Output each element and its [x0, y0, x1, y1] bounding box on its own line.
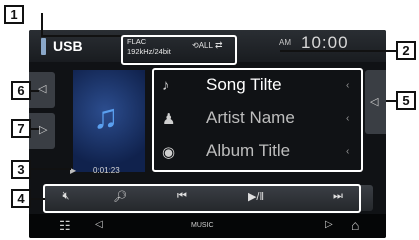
album-art: ♫	[73, 70, 145, 172]
callout-line	[386, 100, 396, 102]
highlight-track-info	[152, 68, 363, 172]
callout-1: 1	[4, 5, 24, 24]
callout-line	[41, 35, 121, 37]
callout-4: 4	[11, 189, 31, 208]
callout-7: 7	[11, 119, 31, 138]
usb-icon	[41, 38, 46, 55]
callout-line	[31, 90, 39, 92]
bottom-bar: ☷ ◁ MUSIC ▷ ⌂	[29, 214, 386, 238]
chevron-right-icon: ▷	[39, 124, 48, 136]
callout-6: 6	[11, 81, 31, 100]
elapsed-time: 0:01:23	[93, 166, 120, 175]
right-side-tab[interactable]: ◁	[365, 70, 386, 134]
callout-5: 5	[396, 91, 416, 110]
chevron-left-icon: ◁	[38, 83, 47, 95]
callout-2: 2	[396, 41, 416, 60]
callout-line	[31, 168, 71, 170]
home-icon[interactable]: ⌂	[351, 217, 359, 233]
source-title: USB	[53, 38, 83, 54]
chevron-left-icon: ◁	[370, 96, 379, 108]
callout-line	[41, 13, 43, 35]
chevron-left-icon[interactable]: ◁	[95, 219, 103, 230]
chevron-right-icon[interactable]: ▷	[325, 219, 333, 230]
music-note-icon: ♫	[93, 98, 119, 136]
callout-line	[31, 198, 45, 200]
callout-line	[280, 50, 396, 52]
clock-ampm: AM	[279, 38, 291, 47]
left-side-tab-lower[interactable]: ▷	[29, 113, 55, 149]
callout-line	[31, 128, 39, 130]
bottom-label: MUSIC	[191, 222, 214, 229]
highlight-controls	[43, 184, 361, 213]
grid-menu-icon[interactable]: ☷	[59, 218, 71, 234]
callout-3: 3	[11, 160, 31, 179]
highlight-format	[121, 35, 237, 65]
